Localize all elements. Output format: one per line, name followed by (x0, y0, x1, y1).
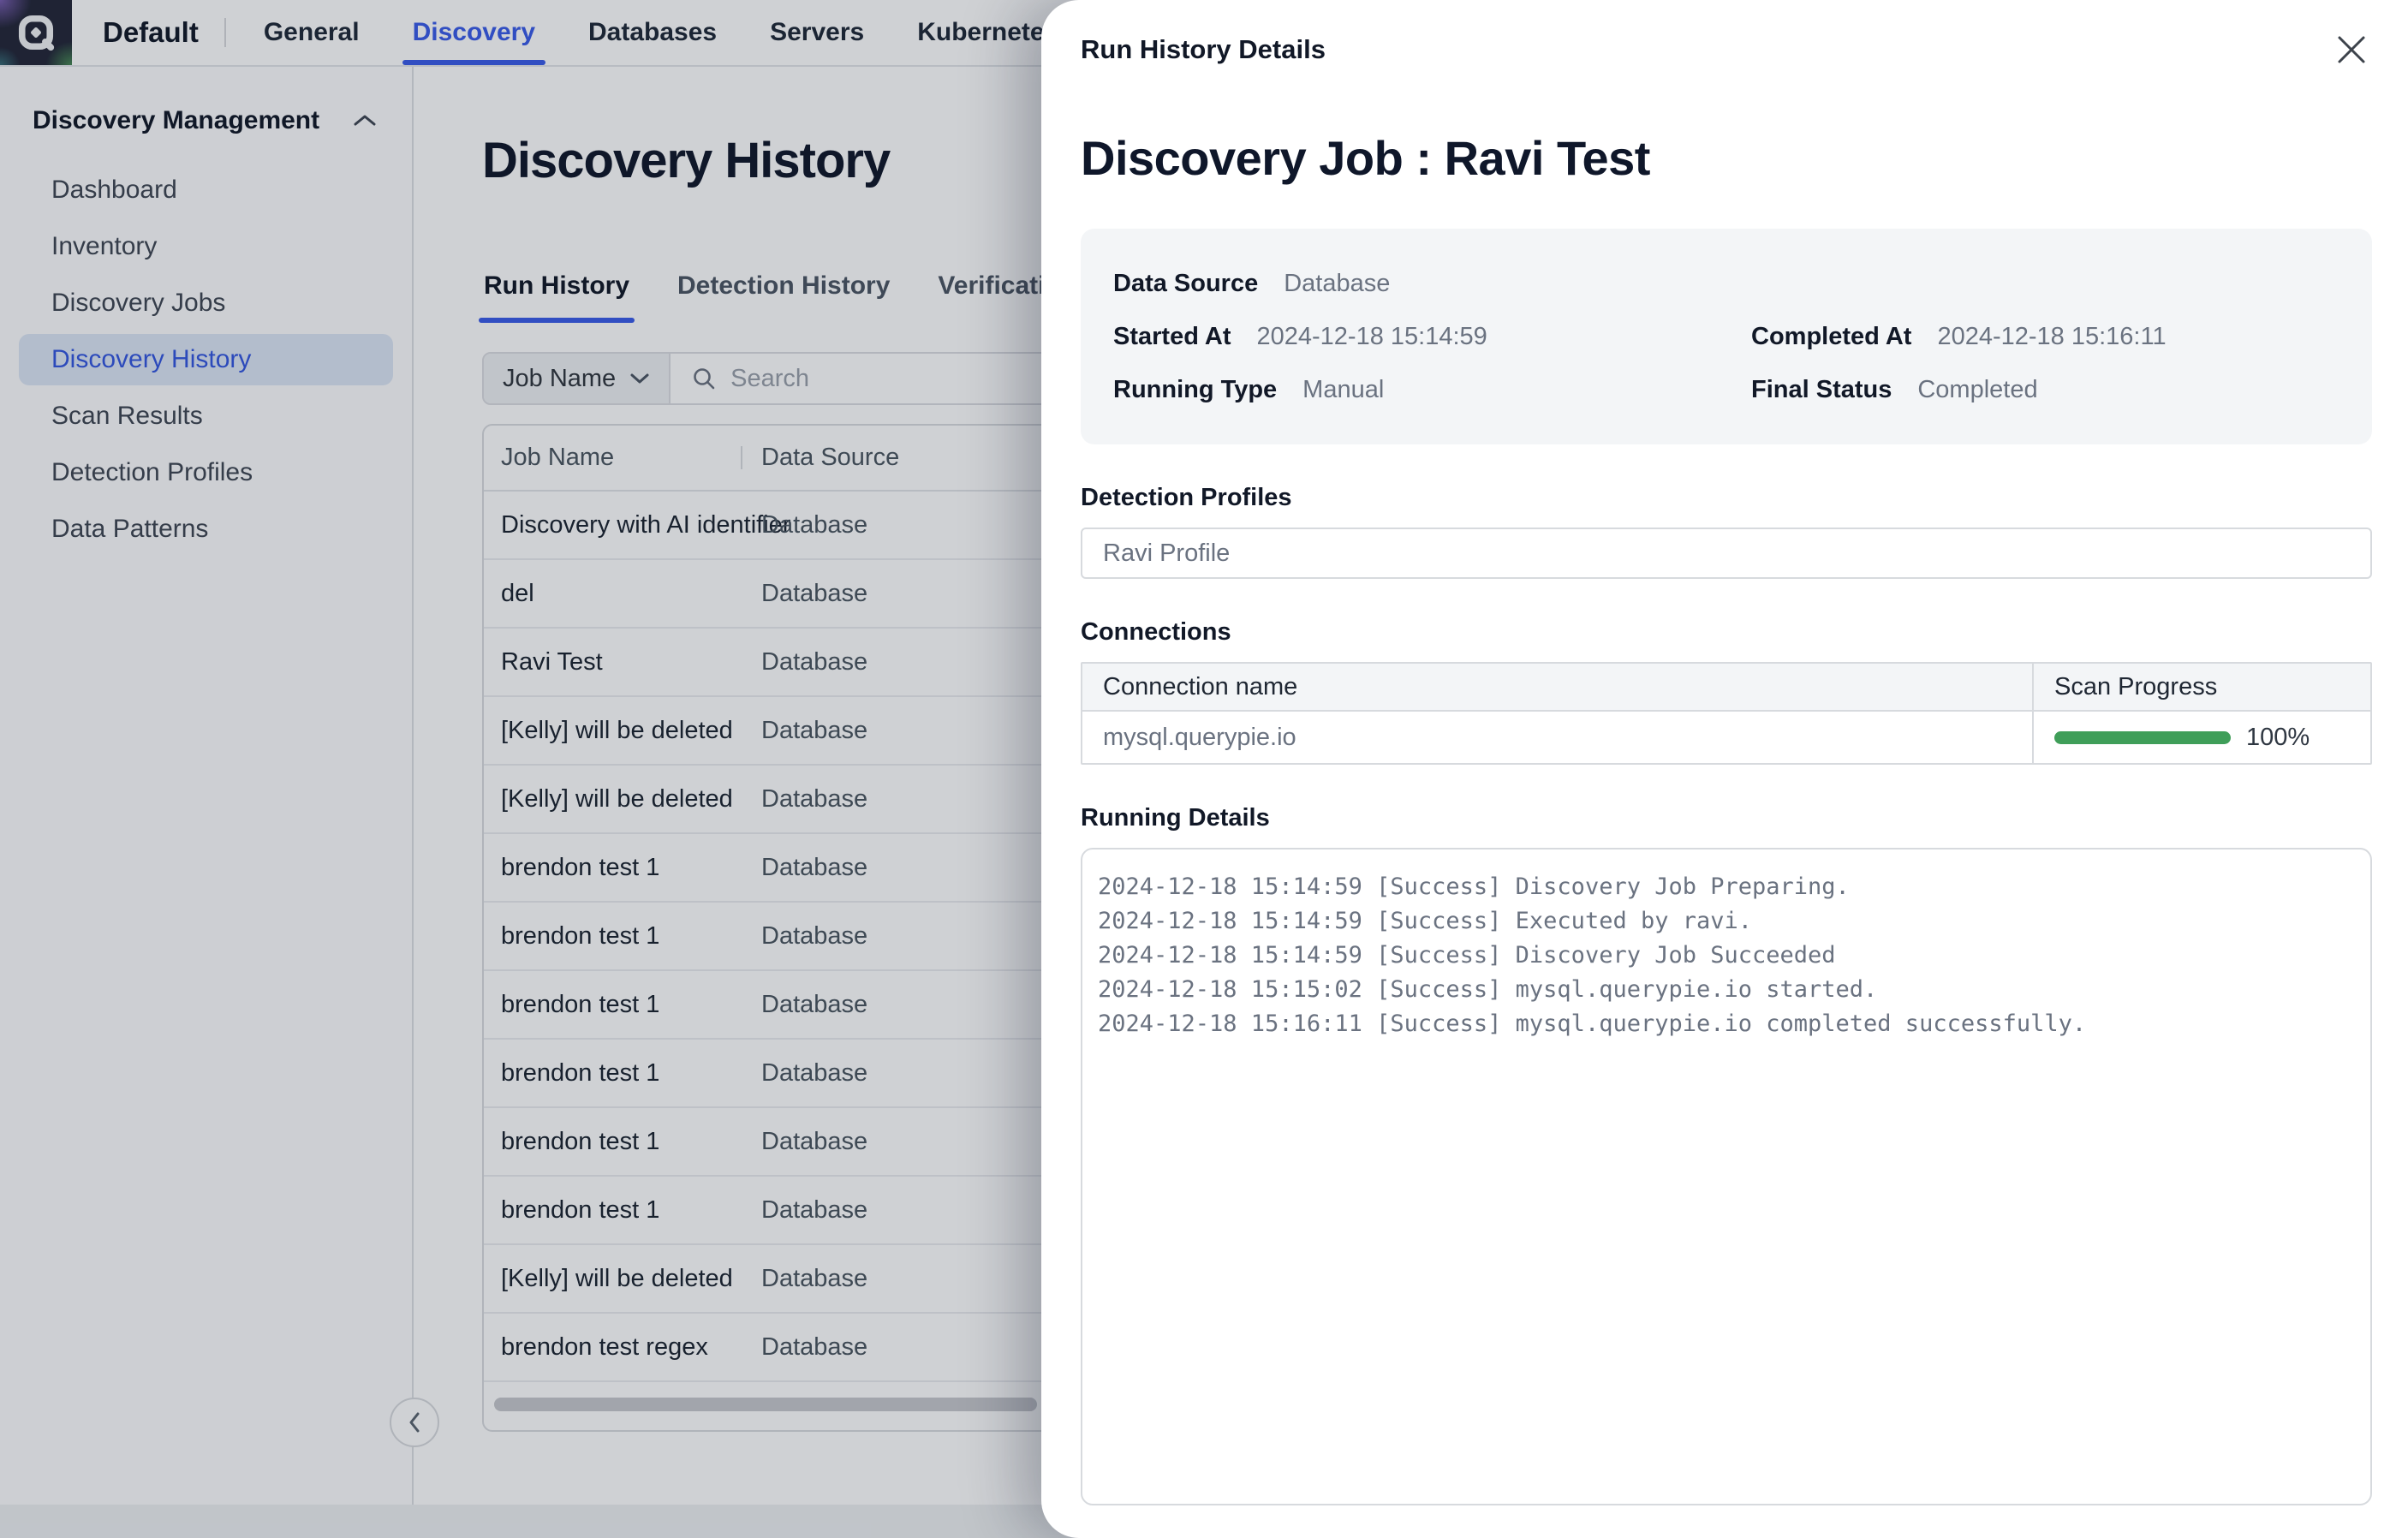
field-spacer (1751, 266, 2346, 301)
log-line: 2024-12-18 15:14:59 [Success] Discovery … (1098, 939, 2362, 973)
progress-bar (2054, 731, 2231, 744)
log-line: 2024-12-18 15:14:59 [Success] Discovery … (1098, 870, 2362, 904)
drawer-header-title: Run History Details (1081, 34, 1326, 65)
connection-name: mysql.querypie.io (1082, 712, 2034, 763)
detection-profiles-heading: Detection Profiles (1081, 484, 2372, 512)
close-button[interactable] (2331, 29, 2372, 70)
connections-heading: Connections (1081, 618, 2372, 647)
close-icon (2334, 33, 2369, 67)
log-line: 2024-12-18 15:14:59 [Success] Executed b… (1098, 904, 2362, 939)
detection-profiles-value: Ravi Profile (1081, 528, 2372, 579)
screen: Default General Discovery Databases Serv… (0, 0, 2408, 1538)
column-header-connection-name: Connection name (1082, 664, 2034, 710)
log-line: 2024-12-18 15:16:11 [Success] mysql.quer… (1098, 1007, 2362, 1041)
connection-row: mysql.querypie.io 100% (1082, 712, 2370, 763)
field-completed-at: Completed At 2024-12-18 15:16:11 (1751, 319, 2346, 354)
final-status-value: Completed (1917, 373, 2037, 407)
field-running-type: Running Type Manual (1113, 373, 1751, 407)
column-header-scan-progress: Scan Progress (2034, 664, 2370, 710)
job-summary-panel: Data Source Database Started At 2024-12-… (1081, 229, 2372, 444)
field-data-source: Data Source Database (1113, 266, 1751, 301)
connections-table-header: Connection name Scan Progress (1082, 664, 2370, 712)
field-final-status: Final Status Completed (1751, 373, 2346, 407)
running-details-heading: Running Details (1081, 804, 2372, 832)
run-history-details-drawer: Run History Details Discovery Job : Ravi… (1041, 0, 2408, 1538)
field-started-at: Started At 2024-12-18 15:14:59 (1113, 319, 1751, 354)
drawer-title: Discovery Job : Ravi Test (1081, 130, 2372, 186)
log-line: 2024-12-18 15:15:02 [Success] mysql.quer… (1098, 973, 2362, 1007)
scan-progress-cell: 100% (2034, 712, 2370, 763)
progress-percent: 100% (2246, 724, 2310, 752)
drawer-header: Run History Details (1081, 0, 2372, 70)
connections-table: Connection name Scan Progress mysql.quer… (1081, 662, 2372, 765)
running-details-log[interactable]: 2024-12-18 15:14:59 [Success] Discovery … (1081, 848, 2372, 1505)
